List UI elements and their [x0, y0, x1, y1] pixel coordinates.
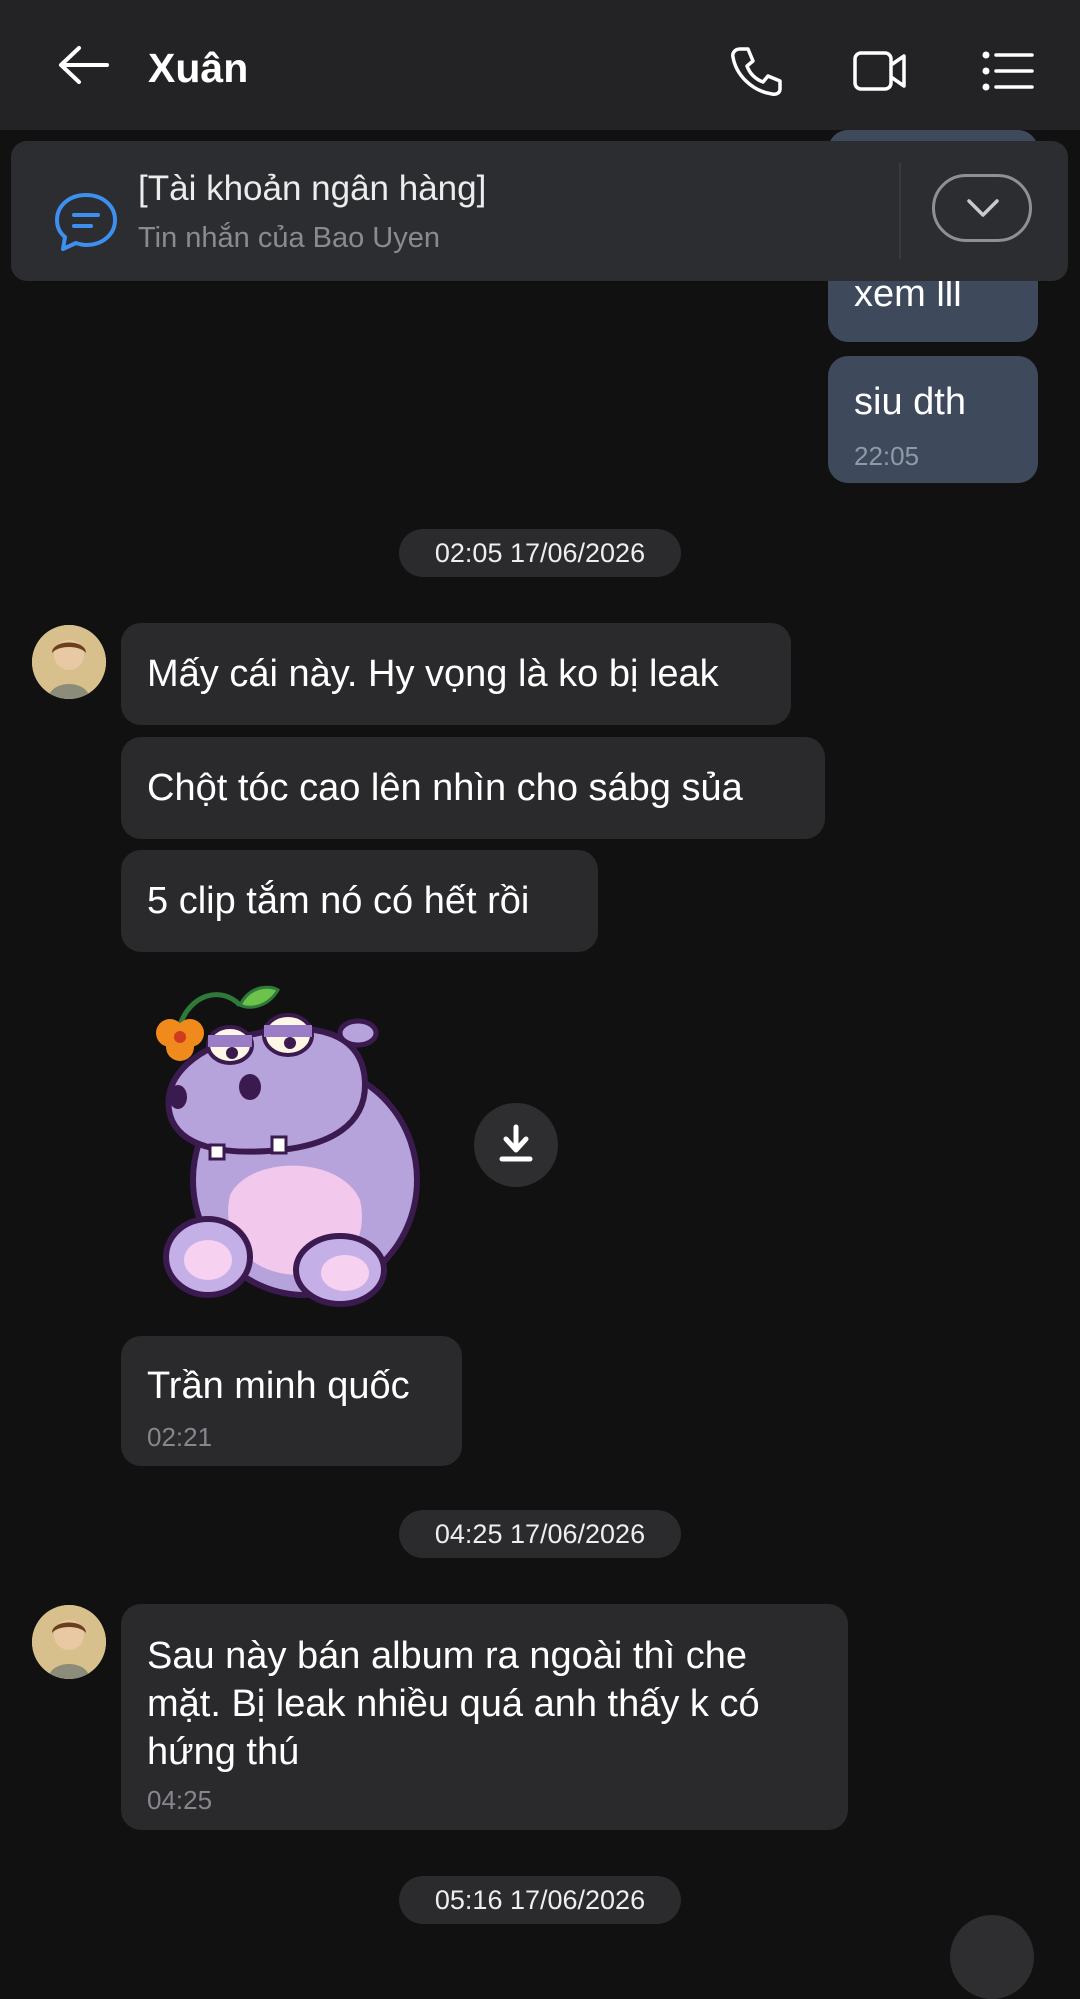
top-app-bar: Xuân	[0, 0, 1080, 130]
message-text: Mấy cái này. Hy vọng là ko bị leak	[147, 653, 719, 695]
pinned-message-banner[interactable]: [Tài khoản ngân hàng] Tin nhắn của Bao U…	[11, 141, 1068, 281]
incoming-message-bubble[interactable]: Mấy cái này. Hy vọng là ko bị leak	[121, 623, 791, 725]
download-icon	[499, 1124, 533, 1162]
chevron-down-icon	[967, 199, 999, 217]
message-text: 5 clip tắm nó có hết rồi	[147, 880, 530, 922]
scroll-to-bottom-button[interactable]	[950, 1915, 1034, 1999]
incoming-message-bubble[interactable]: Chột tóc cao lên nhìn cho sábg sủa	[121, 737, 825, 839]
download-button[interactable]	[474, 1103, 558, 1187]
conversation-title[interactable]: Xuân	[148, 40, 248, 96]
avatar[interactable]	[32, 1605, 106, 1679]
message-line: mặt. Bị leak nhiều quá anh thấy k có	[147, 1683, 760, 1725]
pinned-subtitle: Tin nhắn của Bao Uyen	[138, 222, 441, 254]
divider	[899, 163, 901, 259]
message-time: 22:05	[854, 441, 920, 471]
incoming-message-bubble[interactable]: Sau này bán album ra ngoài thì che mặt. …	[121, 1604, 848, 1830]
message-text: Trần minh quốc	[147, 1365, 410, 1407]
incoming-message-bubble[interactable]: Trần minh quốc 02:21	[121, 1336, 462, 1466]
message-time: 02:21	[147, 1422, 213, 1452]
chat-bubble-icon	[47, 183, 125, 261]
expand-pinned-button[interactable]	[932, 174, 1032, 242]
date-separator: 02:05 17/06/2026	[399, 529, 681, 577]
message-line: hứng thú	[147, 1731, 300, 1773]
purple-hippo-sticker[interactable]	[140, 975, 440, 1315]
message-time: 04:25	[147, 1785, 213, 1815]
avatar[interactable]	[32, 625, 106, 699]
date-separator: 04:25 17/06/2026	[399, 1510, 681, 1558]
message-text: Chột tóc cao lên nhìn cho sábg sủa	[147, 767, 743, 809]
date-separator: 05:16 17/06/2026	[399, 1876, 681, 1924]
back-arrow-icon[interactable]	[55, 40, 115, 90]
message-text: siu dth	[854, 381, 966, 423]
outgoing-message-bubble[interactable]: siu dth 22:05	[828, 356, 1038, 483]
menu-list-icon[interactable]	[980, 45, 1036, 97]
message-line: Sau này bán album ra ngoài thì che	[147, 1635, 747, 1677]
video-call-icon[interactable]	[852, 45, 908, 97]
phone-icon[interactable]	[728, 45, 784, 97]
incoming-message-bubble[interactable]: 5 clip tắm nó có hết rồi	[121, 850, 598, 952]
pinned-title: [Tài khoản ngân hàng]	[138, 169, 487, 208]
